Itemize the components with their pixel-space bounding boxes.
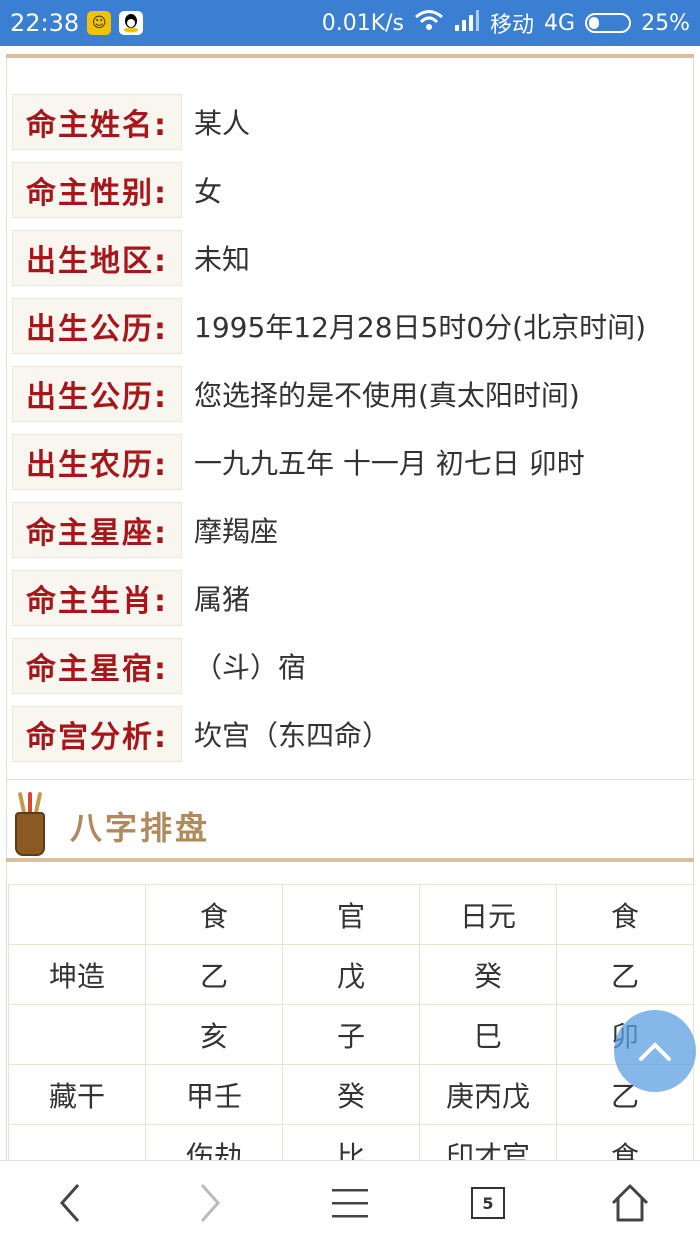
back-icon xyxy=(59,1184,80,1222)
info-row: 出生公历: 您选择的是不使用(真太阳时间) xyxy=(12,360,688,428)
qq-icon xyxy=(119,11,144,35)
chevron-up-icon xyxy=(639,1042,671,1061)
info-label: 命主姓名: xyxy=(12,94,182,150)
table-cell: 癸 xyxy=(419,944,557,1005)
network-speed: 0.01K/s xyxy=(321,10,405,36)
browser-toolbar: 5 xyxy=(0,1160,700,1244)
table-row: 亥子巳卯 xyxy=(8,1004,694,1065)
info-value: 女 xyxy=(194,175,223,208)
tabs-icon: 5 xyxy=(471,1187,505,1219)
info-value: 坎宫（东四命） xyxy=(194,719,391,752)
info-row: 出生农历: 一九九五年 十一月 初七日 卯时 xyxy=(12,428,688,496)
info-row: 出生地区: 未知 xyxy=(12,224,688,292)
home-icon xyxy=(611,1184,649,1222)
tabs-button[interactable]: 5 xyxy=(458,1173,518,1233)
table-cell: 癸 xyxy=(282,1064,420,1125)
battery-icon xyxy=(585,13,632,33)
table-cell xyxy=(8,1004,146,1065)
bazi-section-header: 八字排盘 xyxy=(12,791,210,861)
table-cell: 庚丙戊 xyxy=(419,1064,557,1125)
table-cell: 亥 xyxy=(145,1004,283,1065)
table-cell: 印才官 xyxy=(419,1124,557,1160)
status-bar: 22:38 ☺ 0.01K/s 移动 4G 25% xyxy=(0,0,700,46)
section-title: 八字排盘 xyxy=(70,809,211,847)
table-row: 藏干 甲壬癸庚丙戊乙 xyxy=(8,1064,694,1125)
battery-level xyxy=(589,17,599,29)
info-label: 命主星座: xyxy=(12,502,182,558)
carrier-name: 移动 xyxy=(490,13,535,38)
brush-holder-icon xyxy=(12,791,48,858)
table-cell: 乙 xyxy=(145,944,283,1005)
table-cell: 官 xyxy=(282,884,420,945)
info-value: 您选择的是不使用(真太阳时间) xyxy=(194,379,580,412)
table-cell: 乙 xyxy=(556,944,694,1005)
wifi-icon xyxy=(414,9,444,37)
bazi-table: 食官日元食坤造乙戊癸乙亥子巳卯藏干甲壬癸庚丙戊乙伤劫比印才官食 xyxy=(8,884,694,1160)
birth-info-list: 命主姓名: 某人 命主性别: 女出生地区: 未知 出生公历: 1995年12月28日5时0分… xyxy=(12,88,688,768)
info-value: 摩羯座 xyxy=(194,515,279,548)
table-cell: 食 xyxy=(556,1124,694,1160)
forward-icon xyxy=(200,1184,221,1222)
info-label: 命宫分析: xyxy=(12,706,182,762)
info-label: 出生地区: xyxy=(12,230,182,286)
forward-button[interactable] xyxy=(180,1173,240,1233)
table-cell: 食 xyxy=(145,884,283,945)
table-cell xyxy=(8,1124,146,1160)
menu-icon xyxy=(332,1189,368,1218)
table-cell: 坤造 xyxy=(8,944,146,1005)
info-row: 命主生肖: 属猪 xyxy=(12,564,688,632)
table-cell: 子 xyxy=(282,1004,420,1065)
info-row: 命主性别: 女 xyxy=(12,156,688,224)
app-notification-icon: ☺ xyxy=(87,11,112,35)
info-label: 出生公历: xyxy=(12,298,182,354)
back-to-top-button[interactable] xyxy=(614,1010,696,1092)
back-button[interactable] xyxy=(40,1173,100,1233)
info-label: 命主生肖: xyxy=(12,570,182,626)
table-cell: 巳 xyxy=(419,1004,557,1065)
info-row: 出生公历: 1995年12月28日5时0分(北京时间) xyxy=(12,292,688,360)
table-row: 坤造乙戊癸乙 xyxy=(8,944,694,1005)
table-cell xyxy=(8,884,146,945)
table-cell: 甲壬 xyxy=(145,1064,283,1125)
info-label: 命主星宿: xyxy=(12,638,182,694)
section-rule xyxy=(6,858,694,862)
info-label: 出生农历: xyxy=(12,434,182,490)
section-divider xyxy=(6,779,694,780)
signal-icon xyxy=(454,9,480,37)
network-type: 4G xyxy=(544,10,576,36)
table-cell: 日元 xyxy=(419,884,557,945)
info-label: 出生公历: xyxy=(12,366,182,422)
info-value: 属猪 xyxy=(194,583,251,616)
info-value: 一九九五年 十一月 初七日 卯时 xyxy=(194,447,585,480)
menu-button[interactable] xyxy=(320,1173,380,1233)
table-cell: 比 xyxy=(282,1124,420,1160)
page-content[interactable]: 命主姓名: 某人 命主性别: 女出生地区: 未知 出生公历: 1995年12月28日5时0分… xyxy=(0,46,700,1160)
info-row: 命主星座: 摩羯座 xyxy=(12,496,688,564)
info-value: （斗）宿 xyxy=(194,651,307,684)
table-row: 食官日元食 xyxy=(8,884,694,945)
info-value: 1995年12月28日5时0分(北京时间) xyxy=(194,311,646,344)
info-value: 某人 xyxy=(194,107,251,140)
table-cell: 伤劫 xyxy=(145,1124,283,1160)
table-cell: 食 xyxy=(556,884,694,945)
table-cell: 藏干 xyxy=(8,1064,146,1125)
info-value: 未知 xyxy=(194,243,251,276)
info-label: 命主性别: xyxy=(12,162,182,218)
info-row: 命主姓名: 某人 xyxy=(12,88,688,156)
info-row: 命主星宿: （斗）宿 xyxy=(12,632,688,700)
table-row: 伤劫比印才官食 xyxy=(8,1124,694,1160)
info-row: 命宫分析: 坎宫（东四命） xyxy=(12,700,688,768)
home-button[interactable] xyxy=(600,1173,660,1233)
table-cell: 戊 xyxy=(282,944,420,1005)
battery-percent: 25% xyxy=(641,10,690,36)
tab-count: 5 xyxy=(482,1193,494,1213)
status-time: 22:38 xyxy=(10,9,80,37)
